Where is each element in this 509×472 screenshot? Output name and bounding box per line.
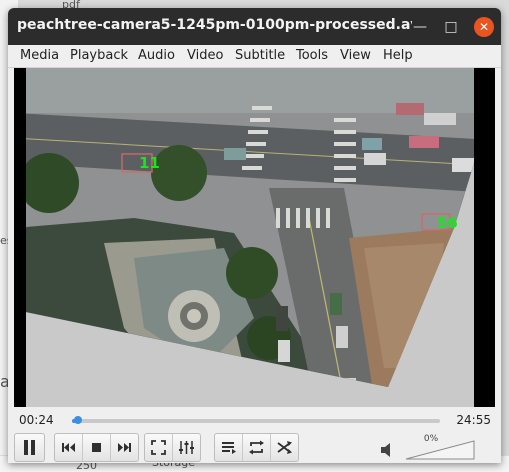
fullscreen-button[interactable]: [145, 434, 173, 461]
menu-view[interactable]: View: [340, 48, 371, 63]
transport-group: [54, 433, 139, 462]
previous-button[interactable]: [55, 434, 83, 461]
total-time: 24:55: [456, 413, 491, 427]
seek-row: 00:24 24:55: [8, 410, 501, 430]
menu-media[interactable]: Media: [20, 48, 59, 63]
shuffle-button[interactable]: [271, 434, 298, 461]
skip-back-icon: [62, 443, 75, 452]
loop-button[interactable]: [243, 434, 271, 461]
detection-label-56: 56: [437, 214, 458, 232]
control-bar: 0%: [8, 430, 501, 463]
playlist-group: [214, 433, 299, 462]
seek-bar[interactable]: [72, 416, 440, 424]
pause-button[interactable]: [14, 433, 45, 462]
menu-bar: Media Playback Audio Video Subtitle Tool…: [8, 45, 501, 68]
playlist-button[interactable]: [215, 434, 243, 461]
skip-forward-icon: [118, 443, 131, 452]
title-bar: peachtree-camera5-1245pm-0100pm-processe…: [8, 8, 501, 45]
loop-icon: [249, 440, 264, 455]
seek-handle[interactable]: [73, 416, 82, 424]
equalizer-icon: [179, 441, 194, 454]
menu-subtitle[interactable]: Subtitle: [235, 48, 285, 63]
volume-slider[interactable]: 0%: [404, 434, 476, 461]
shuffle-icon: [277, 441, 292, 454]
playlist-icon: [222, 442, 236, 454]
menu-audio[interactable]: Audio: [138, 48, 175, 63]
menu-video[interactable]: Video: [187, 48, 223, 63]
volume-percent: 0%: [423, 434, 439, 444]
stop-icon: [92, 443, 101, 452]
extended-settings-button[interactable]: [173, 434, 200, 461]
close-button[interactable]: ✕: [474, 17, 494, 37]
speaker-icon[interactable]: [380, 443, 394, 457]
video-image: 11 56: [26, 68, 474, 407]
maximize-button[interactable]: □: [441, 17, 461, 37]
window-title: peachtree-camera5-1245pm-0100pm-processe…: [17, 17, 412, 33]
stop-button[interactable]: [83, 434, 111, 461]
menu-help[interactable]: Help: [383, 48, 413, 63]
current-time: 00:24: [19, 413, 54, 427]
video-frame[interactable]: 11 56: [14, 68, 495, 407]
view-group: [144, 433, 201, 462]
detection-label-11: 11: [139, 154, 160, 172]
fullscreen-icon: [151, 440, 166, 455]
vlc-window: peachtree-camera5-1245pm-0100pm-processe…: [8, 8, 501, 463]
menu-playback[interactable]: Playback: [70, 48, 128, 63]
minimize-button[interactable]: —: [410, 17, 430, 37]
menu-tools[interactable]: Tools: [296, 48, 328, 63]
next-button[interactable]: [111, 434, 138, 461]
pause-icon: [24, 440, 35, 455]
